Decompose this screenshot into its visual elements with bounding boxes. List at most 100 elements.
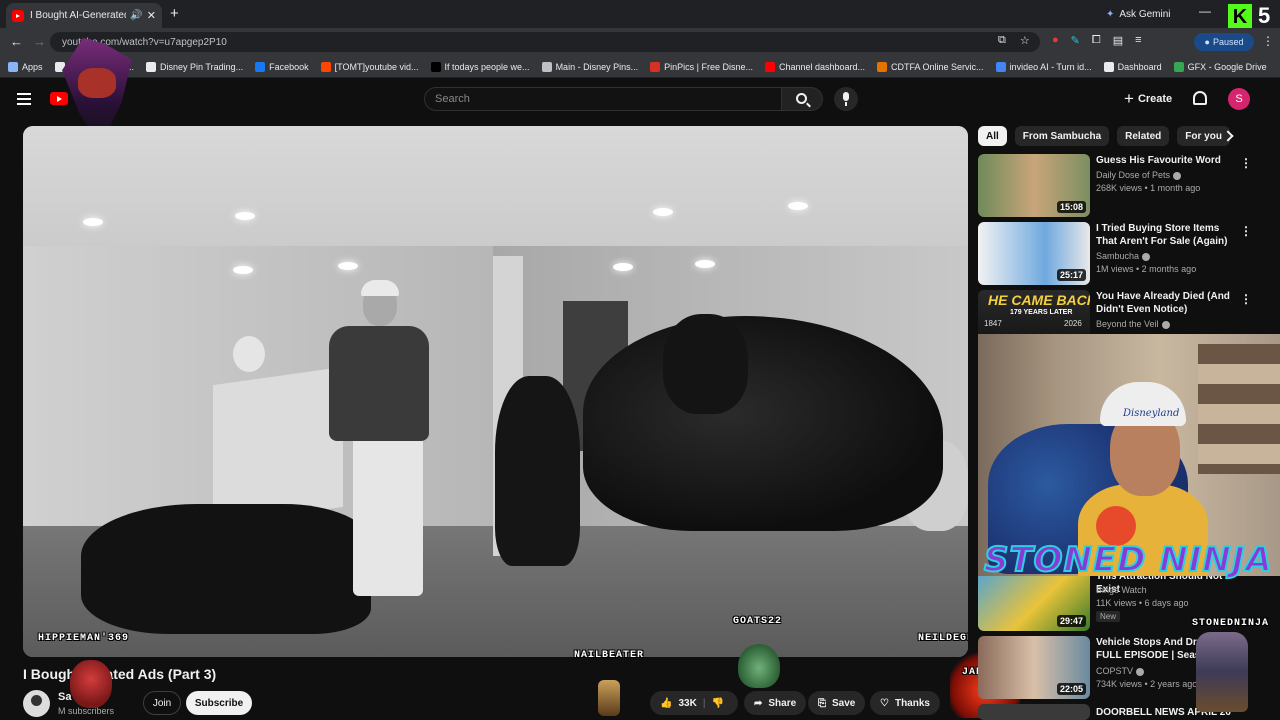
ask-gemini-button[interactable]: ✦ Ask Gemini xyxy=(1106,5,1171,23)
recommendation-channel[interactable]: Sambucha xyxy=(1096,251,1151,261)
bookmark-item[interactable]: Channel dashboard... xyxy=(764,61,865,72)
extensions-puzzle-icon[interactable]: ⧠ xyxy=(1092,34,1101,47)
extensions-bar: ● ✎ ⧠ ▤ ≡ xyxy=(1052,34,1142,47)
bookmark-favicon-icon xyxy=(255,61,266,72)
reading-mode-icon[interactable]: ▤ xyxy=(1113,34,1123,47)
channel-name[interactable]: Sa xyxy=(58,691,71,703)
browser-menu-icon[interactable]: ⋮ xyxy=(1262,34,1274,48)
duration-badge: 25:17 xyxy=(1056,269,1086,281)
hamburger-menu-icon[interactable] xyxy=(17,93,31,105)
recommendation-channel[interactable]: COPSTV xyxy=(1096,666,1145,676)
account-avatar[interactable]: S xyxy=(1228,88,1250,110)
recommendation-title[interactable]: You Have Already Died (And Didn't Even N… xyxy=(1096,290,1236,316)
search-input[interactable]: Search xyxy=(424,87,782,111)
youtube-logo-icon[interactable] xyxy=(50,92,68,105)
recommendation-meta: 734K views • 2 years ago xyxy=(1096,679,1198,689)
share-button[interactable]: ➦ Share xyxy=(744,691,807,715)
bookmark-item[interactable]: Dashboard xyxy=(1103,61,1162,72)
recommendation-channel[interactable]: Daily Dose of Pets xyxy=(1096,170,1182,180)
search-placeholder: Search xyxy=(435,93,470,105)
recommendation-title[interactable]: Guess His Favourite Word xyxy=(1096,154,1236,167)
recommendation-item[interactable]: 25:17 I Tried Buying Store Items That Ar… xyxy=(978,222,1254,286)
save-label: Save xyxy=(832,697,856,709)
bookmark-item[interactable]: Main - Disney Pins... xyxy=(541,61,638,72)
bookmark-item[interactable]: If todays people we... xyxy=(430,61,530,72)
browser-tab[interactable]: I Bought AI-Generated Ads 🔊 ✕ xyxy=(6,3,162,28)
duration-badge: 15:08 xyxy=(1056,201,1086,213)
media-queue-icon[interactable]: ≡ xyxy=(1135,34,1141,47)
video-thumbnail[interactable]: 15:08 xyxy=(978,154,1090,217)
recommendation-channel[interactable]: Binge Watch xyxy=(1096,585,1147,595)
bookmark-label: [TOMT]youtube vid... xyxy=(334,61,419,72)
bookmark-label: GFX - Google Drive xyxy=(1187,61,1267,72)
overlay-number: 5 xyxy=(1258,3,1271,28)
install-app-icon[interactable]: ⧉ xyxy=(998,34,1006,47)
join-button[interactable]: Join xyxy=(143,691,181,715)
like-dislike-button[interactable]: 👍 33K | 👎 xyxy=(650,691,738,715)
channel-label: Beyond the Veil xyxy=(1096,319,1159,329)
ceiling-light xyxy=(653,208,673,216)
thanks-button[interactable]: ♡ Thanks xyxy=(870,691,940,715)
bookmark-item[interactable]: invideo AI - Turn id... xyxy=(995,61,1092,72)
filter-chip[interactable]: From Sambucha xyxy=(1014,126,1110,146)
recommendation-item[interactable]: 15:08 Guess His Favourite Word Daily Dos… xyxy=(978,154,1254,218)
ceiling-light xyxy=(788,202,808,210)
stream-overlay-robot xyxy=(1196,632,1248,712)
forward-arrow-icon[interactable]: → xyxy=(33,34,46,49)
profile-paused-button[interactable]: ● Paused xyxy=(1194,33,1254,51)
voice-search-mic-icon[interactable] xyxy=(834,87,858,111)
video-player[interactable]: HIPPIEMAN'369 GOATS22 NEILDEGRASSETYRONE xyxy=(23,126,968,657)
address-bar-row: ← → youtube.com/watch?v=u7apgep2P10 ⧉ ☆ … xyxy=(0,28,1280,56)
ceiling-light xyxy=(338,262,358,270)
more-options-icon[interactable]: ⋮ xyxy=(1240,224,1252,238)
bookmark-item[interactable]: Disney Pin Trading... xyxy=(146,61,244,72)
bookmark-item[interactable]: Apps xyxy=(8,61,43,72)
viewer-name-overlay: HIPPIEMAN'369 xyxy=(38,633,130,644)
minimize-icon[interactable]: — xyxy=(1199,4,1211,18)
scene-fur-rug xyxy=(81,504,371,634)
channel-label: Sambucha xyxy=(1096,251,1140,261)
notifications-bell-icon[interactable] xyxy=(1193,91,1207,105)
filter-chip[interactable]: All xyxy=(978,126,1007,146)
recommendation-channel[interactable]: Beyond the Veil xyxy=(1096,319,1170,329)
subscribe-button[interactable]: Subscribe xyxy=(186,691,252,715)
extension-red-icon[interactable]: ● xyxy=(1052,34,1059,47)
thanks-heart-icon: ♡ xyxy=(880,697,889,709)
thumbnail-year: 1847 xyxy=(984,319,1002,328)
video-thumbnail[interactable]: 22:05 xyxy=(978,636,1090,699)
bookmark-item[interactable]: PinPics | Free Disne... xyxy=(650,61,753,72)
speaker-icon[interactable]: 🔊 xyxy=(130,10,142,21)
bookmark-item[interactable]: Facebook xyxy=(255,61,309,72)
recommendation-title[interactable]: I Tried Buying Store Items That Aren't F… xyxy=(1096,222,1236,248)
filter-chip[interactable]: Related xyxy=(1117,126,1170,146)
bookmark-label: Facebook xyxy=(269,61,309,72)
paused-label: Paused xyxy=(1212,37,1244,47)
bookmark-favicon-icon xyxy=(430,61,441,72)
scene-person-cap xyxy=(361,280,399,296)
thanks-label: Thanks xyxy=(894,697,930,709)
back-arrow-icon[interactable]: ← xyxy=(10,34,23,49)
channel-avatar[interactable] xyxy=(23,690,50,717)
ceiling-light xyxy=(235,212,255,220)
new-tab-button[interactable]: + xyxy=(170,5,179,22)
save-button[interactable]: ⎘ Save xyxy=(808,691,866,715)
video-thumbnail[interactable] xyxy=(978,704,1090,720)
ceiling-light xyxy=(613,263,633,271)
bookmark-star-icon[interactable]: ☆ xyxy=(1020,34,1030,47)
video-thumbnail[interactable]: 25:17 xyxy=(978,222,1090,285)
create-button[interactable]: + Create xyxy=(1124,89,1172,109)
more-options-icon[interactable]: ⋮ xyxy=(1240,292,1252,306)
url-field[interactable]: youtube.com/watch?v=u7apgep2P10 xyxy=(50,32,1040,52)
extension-translate-icon[interactable]: ✎ xyxy=(1071,34,1080,47)
bookmark-label: Disney Pin Trading... xyxy=(160,61,244,72)
bookmark-item[interactable]: [TOMT]youtube vid... xyxy=(320,61,419,72)
more-options-icon[interactable]: ⋮ xyxy=(1240,156,1252,170)
bookmark-item[interactable]: GFX - Google Drive xyxy=(1173,61,1267,72)
close-tab-icon[interactable]: ✕ xyxy=(147,9,156,22)
bookmark-item[interactable]: CDTFA Online Servic... xyxy=(877,61,984,72)
save-bookmark-icon: ⎘ xyxy=(818,697,826,709)
stoned-ninja-banner: STONED NINJA xyxy=(983,539,1273,581)
like-count: 33K xyxy=(678,697,697,709)
search-button[interactable] xyxy=(781,87,823,111)
scene-signed-board xyxy=(213,366,343,526)
